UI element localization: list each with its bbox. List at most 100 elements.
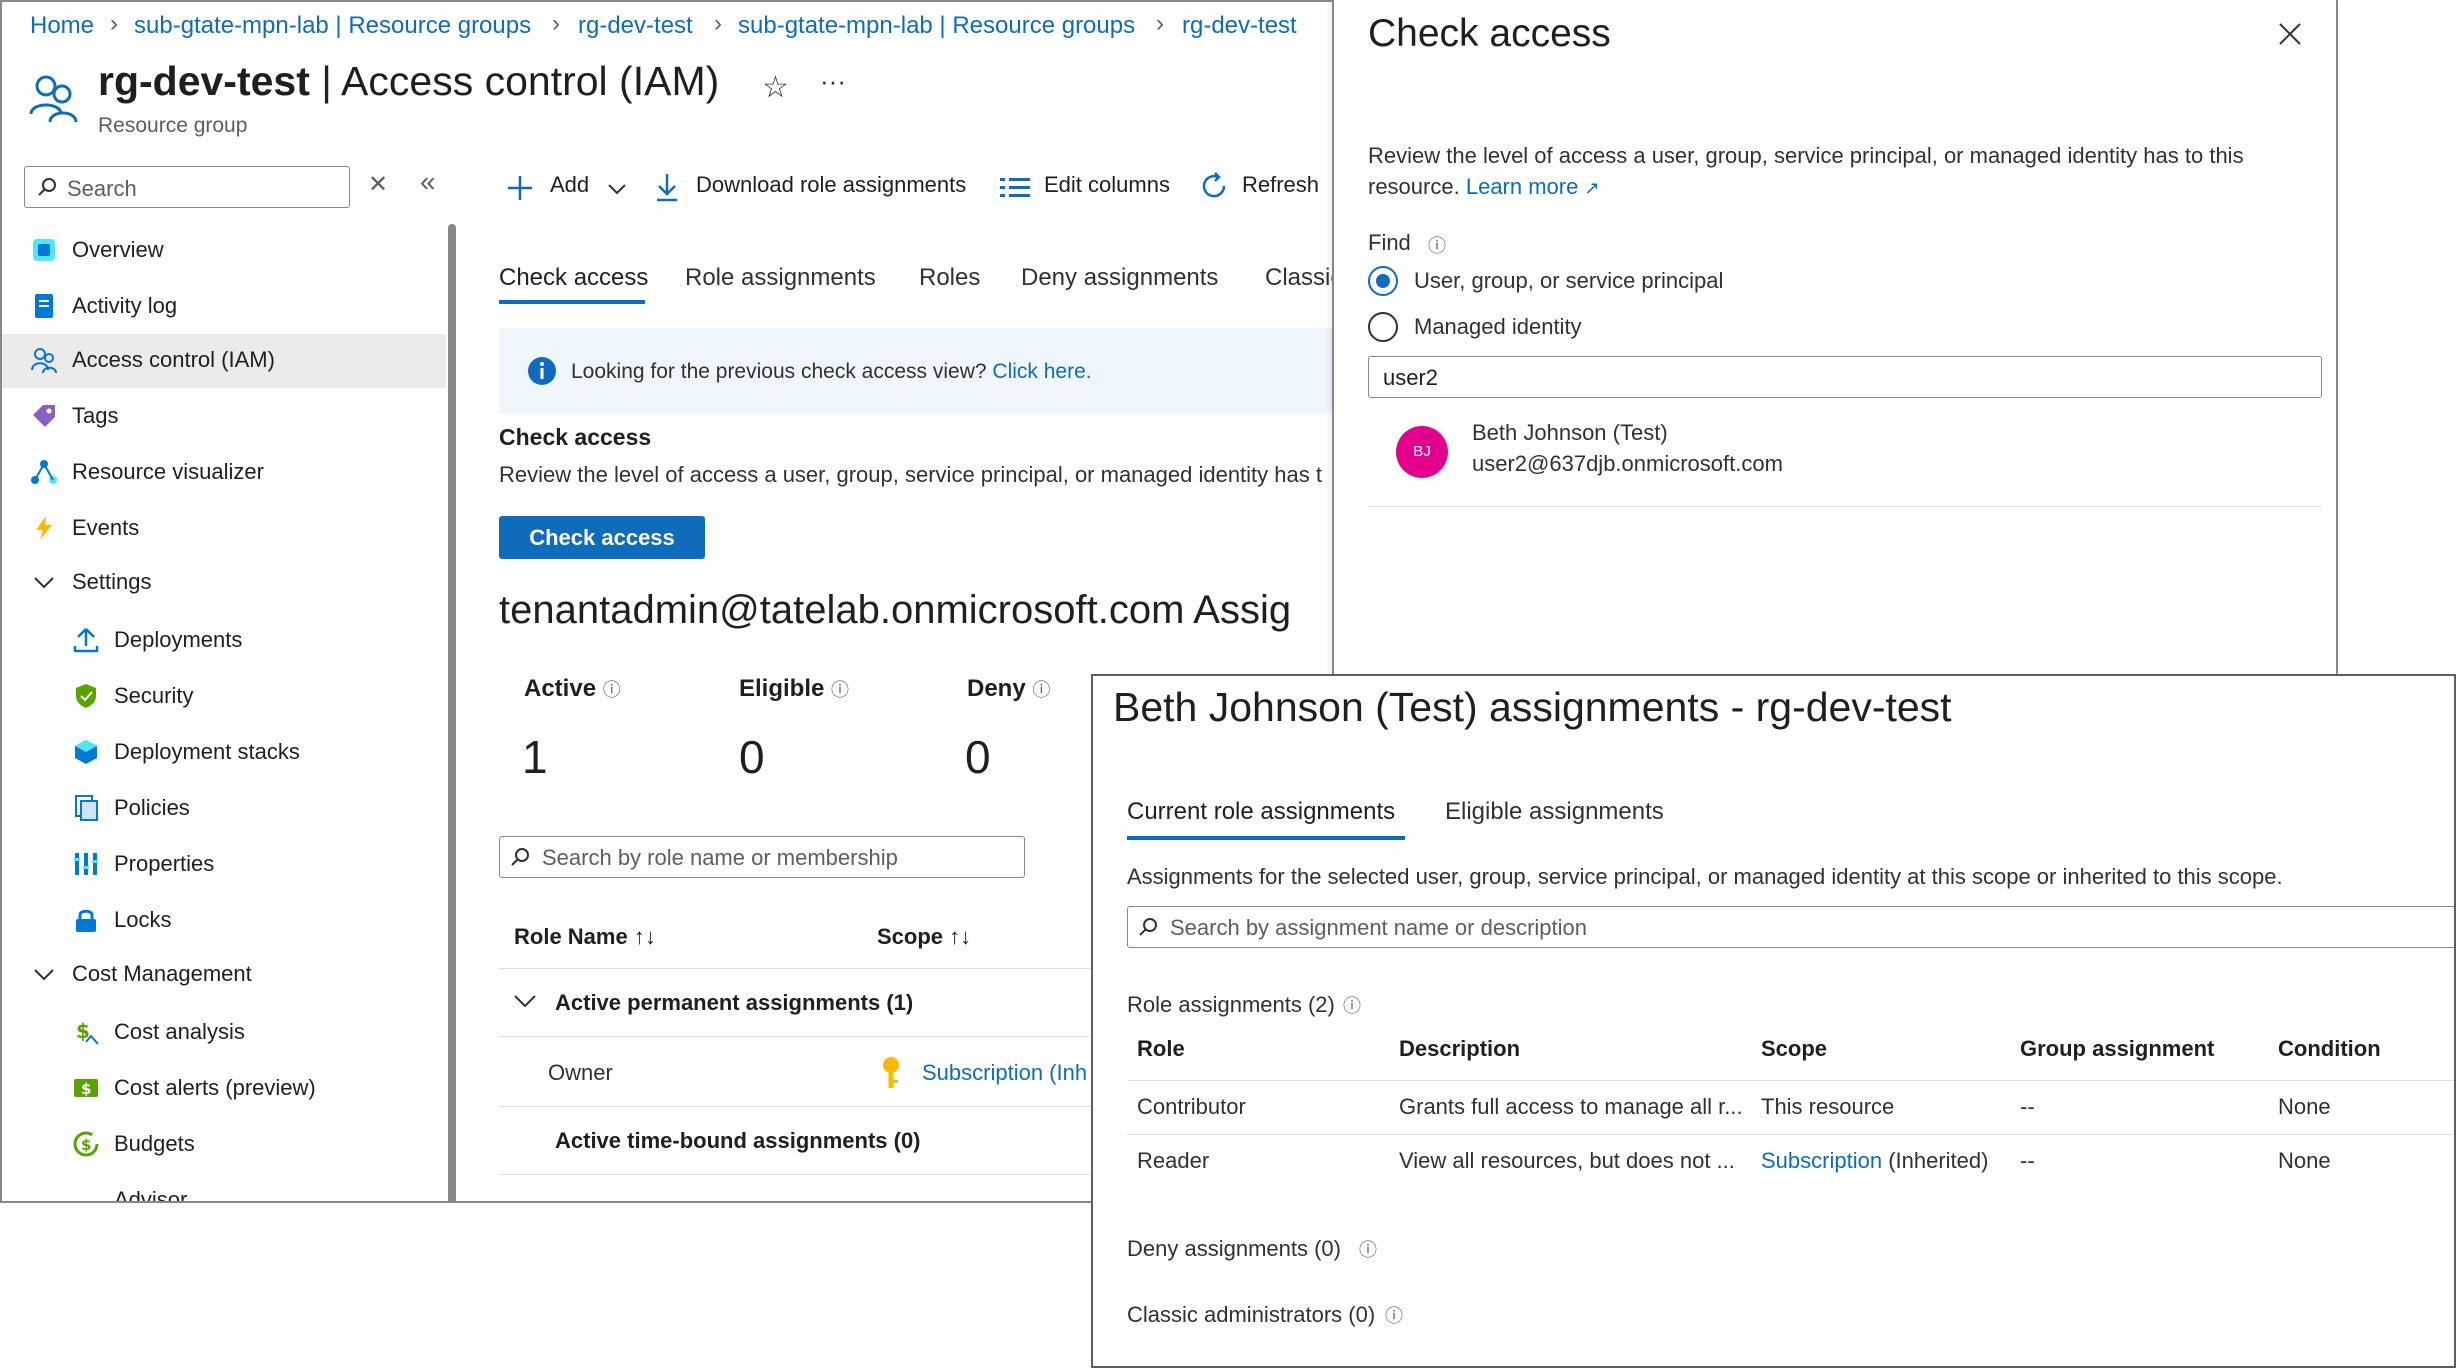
favorite-star-icon[interactable]: ☆ [762,70,789,105]
tab-check-access[interactable]: Check access [499,264,648,292]
clear-search-icon[interactable]: ✕ [368,170,388,199]
events-icon [30,514,58,542]
lock-icon [72,906,100,934]
column-header-scope[interactable]: Scope ↑↓ [877,924,971,950]
result-user-name[interactable]: Beth Johnson (Test) [1472,420,1668,446]
sidebar-item-budgets[interactable]: $ Budgets [2,1118,446,1172]
column-header-description[interactable]: Description [1399,1036,1520,1062]
sidebar-item-deployments[interactable]: Deployments [2,614,446,668]
my-assignments-heading: tenantadmin@tatelab.onmicrosoft.com Assi… [499,588,1292,632]
collapse-sidebar-icon[interactable]: « [420,166,436,198]
sidebar-item-locks[interactable]: Locks [2,894,446,948]
add-icon [506,174,534,202]
radio-managed-identity[interactable] [1368,312,1398,342]
assignment-search-input[interactable]: Search by assignment name or description [1127,906,2454,948]
chevron-down-icon [30,960,58,988]
properties-icon [72,850,100,878]
assignments-panel-title: Beth Johnson (Test) assignments - rg-dev… [1113,684,1952,730]
role-description: Grants full access to manage all r... [1399,1094,1743,1119]
deployment-stacks-icon [72,738,100,766]
column-header-role[interactable]: Role [1137,1036,1185,1062]
external-link-icon: ↗ [1584,178,1600,198]
sidebar-item-tags[interactable]: Tags [2,390,446,444]
tab-current-role-assignments[interactable]: Current role assignments [1127,798,1395,826]
cost-analysis-icon: $ [72,1018,100,1046]
group-assignment: -- [2020,1148,2035,1173]
breadcrumb-separator: › [714,10,722,37]
sidebar-item-events[interactable]: Events [2,502,446,556]
sidebar-item-cost-analysis[interactable]: $ Cost analysis [2,1006,446,1060]
breadcrumb-separator: › [110,10,118,37]
group-assignment: -- [2020,1094,2035,1119]
breadcrumb-rg-2[interactable]: rg-dev-test [1182,12,1297,40]
chevron-down-icon[interactable] [606,178,628,200]
breadcrumb-separator: › [1156,10,1164,37]
column-header-group-assignment[interactable]: Group assignment [2020,1036,2214,1062]
breadcrumb-resource-groups[interactable]: sub-gtate-mpn-lab | Resource groups [134,12,531,40]
panel-description: Review the level of access a user, group… [1368,143,2244,199]
avatar: BJ [1396,426,1448,478]
column-header-role-name[interactable]: Role Name ↑↓ [514,924,656,950]
sidebar-group-settings[interactable]: Settings [2,556,446,610]
breadcrumb-resource-groups-2[interactable]: sub-gtate-mpn-lab | Resource groups [738,12,1135,40]
tab-role-assignments[interactable]: Role assignments [685,264,876,292]
download-role-assignments-button[interactable]: Download role assignments [696,172,966,198]
group-active-permanent: Active permanent assignments (1) [555,990,914,1015]
group-active-time-bound: Active time-bound assignments (0) [555,1128,921,1153]
radio-user-group-sp[interactable] [1368,266,1398,296]
budgets-icon: $ [72,1130,100,1158]
tab-roles[interactable]: Roles [919,264,980,292]
search-icon [37,177,57,197]
find-search-input[interactable]: user2 [1368,356,2322,398]
tab-deny-assignments[interactable]: Deny assignments [1021,264,1218,292]
close-icon[interactable] [2276,20,2304,48]
table-row: Contributor Grants full access to manage… [1093,1080,2454,1134]
sidebar-group-cost-management[interactable]: Cost Management [2,948,446,1002]
check-access-button[interactable]: Check access [499,516,705,559]
sidebar-scrollbar[interactable] [448,224,456,1201]
refresh-button[interactable]: Refresh [1242,172,1319,198]
sidebar-item-resource-visualizer[interactable]: Resource visualizer [2,446,446,500]
policies-icon [72,794,100,822]
tab-eligible-assignments[interactable]: Eligible assignments [1445,798,1664,826]
find-label: Find [1368,230,1411,255]
scope-link[interactable]: Subscription (Inh [922,1060,1087,1086]
column-header-scope[interactable]: Scope [1761,1036,1827,1062]
refresh-icon [1198,170,1230,202]
sidebar-search-input[interactable]: Search [24,166,350,208]
column-header-condition[interactable]: Condition [2278,1036,2381,1062]
check-access-description: Review the level of access a user, group… [499,462,1322,487]
table-row: Reader View all resources, but does not … [1093,1134,2454,1188]
chevron-down-icon[interactable] [512,988,538,1014]
click-here-link[interactable]: Click here. [992,360,1091,383]
learn-more-link[interactable]: Learn more [1466,174,1579,199]
radio-user-group-sp-label: User, group, or service principal [1414,268,1724,293]
svg-text:$: $ [81,1080,91,1098]
info-icon: ⓘ [1032,680,1051,700]
role-link-reader[interactable]: Reader [1137,1148,1209,1174]
selected-tab-indicator [499,300,645,304]
info-icon [527,356,557,386]
sidebar-item-deployment-stacks[interactable]: Deployment stacks [2,726,446,780]
role-search-input[interactable]: Search by role name or membership [499,836,1025,878]
more-options-button[interactable]: ··· [820,66,846,97]
sidebar-item-security[interactable]: Security [2,670,446,724]
stat-eligible-value: 0 [739,731,765,783]
sidebar-item-cost-alerts[interactable]: $ Cost alerts (preview) [2,1062,446,1116]
download-icon [654,172,680,202]
scope-link-subscription[interactable]: Subscription [1761,1148,1882,1173]
breadcrumb-home[interactable]: Home [30,12,94,40]
add-button[interactable]: Add [550,172,589,198]
sidebar-item-properties[interactable]: Properties [2,838,446,892]
breadcrumb-rg[interactable]: rg-dev-test [578,12,693,40]
sidebar-item-activity-log[interactable]: Activity log [2,280,446,334]
sidebar-item-advisor[interactable]: Advisor [2,1174,446,1201]
tab-classic[interactable]: Classic [1265,264,1333,292]
stat-active-label: Active ⓘ [524,675,621,702]
role-link-contributor[interactable]: Contributor [1137,1094,1246,1120]
edit-columns-button[interactable]: Edit columns [1044,172,1170,198]
sidebar-item-access-control[interactable]: Access control (IAM) [2,334,446,388]
radio-managed-identity-label: Managed identity [1414,314,1582,339]
sidebar-item-policies[interactable]: Policies [2,782,446,836]
sidebar-item-overview[interactable]: Overview [2,224,446,278]
